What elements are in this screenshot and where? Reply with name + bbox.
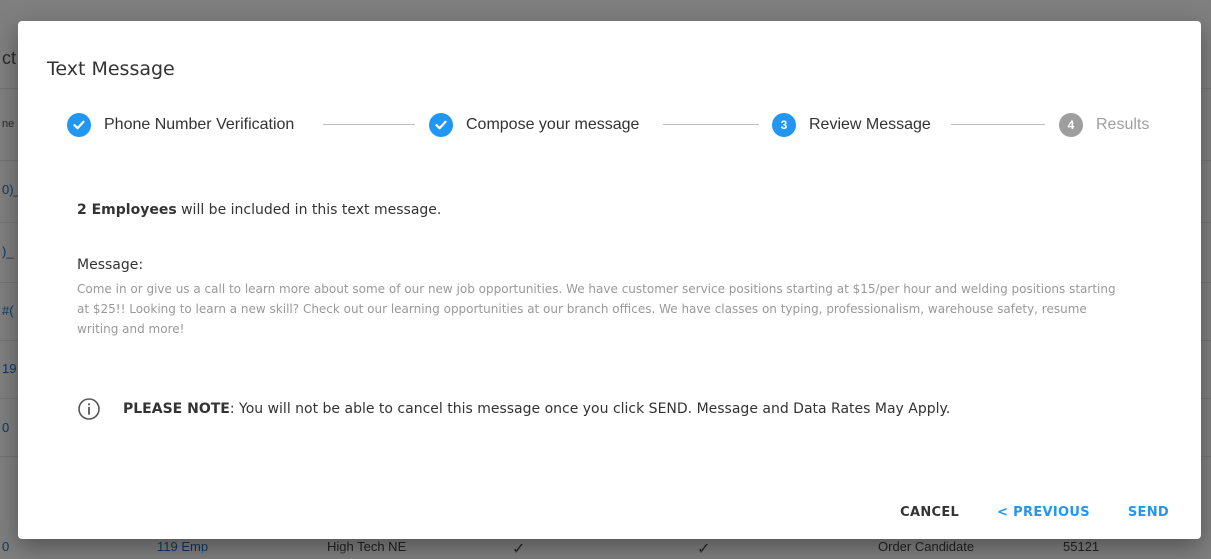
dialog-actions: CANCEL < PREVIOUS SEND — [870, 499, 1177, 526]
check-circle-icon — [67, 113, 91, 137]
note-label: PLEASE NOTE — [123, 401, 230, 417]
step-results: 4 Results — [1059, 113, 1149, 137]
step-phone-verification: Phone Number Verification — [67, 113, 294, 137]
step-connector — [951, 124, 1045, 125]
cancel-button[interactable]: CANCEL — [892, 499, 967, 526]
step-label: Review Message — [809, 116, 931, 133]
previous-button[interactable]: < PREVIOUS — [989, 499, 1098, 526]
step-number-badge: 3 — [772, 113, 796, 137]
step-number-badge: 4 — [1059, 113, 1083, 137]
note-text: : You will not be able to cancel this me… — [229, 401, 951, 417]
step-label: Compose your message — [466, 116, 640, 133]
step-review-message: 3 Review Message — [772, 113, 931, 137]
recipient-count: 2 Employees — [77, 202, 177, 218]
step-label: Phone Number Verification — [104, 116, 295, 133]
info-icon — [78, 398, 100, 420]
send-button[interactable]: SEND — [1120, 499, 1177, 526]
dialog-title: Text Message — [47, 58, 175, 80]
check-circle-icon — [429, 113, 453, 137]
recipient-summary-text: will be included in this text message. — [176, 202, 442, 218]
please-note: PLEASE NOTE: You will not be able to can… — [77, 397, 950, 421]
step-compose-message: Compose your message — [429, 113, 639, 137]
message-body: Come in or give us a call to learn more … — [77, 282, 1116, 336]
text-message-dialog: Text Message Phone Number Verification C… — [18, 21, 1201, 539]
step-connector — [663, 124, 759, 125]
recipient-summary: 2 Employees will be included in this tex… — [77, 202, 441, 218]
step-connector — [323, 124, 415, 125]
message-heading: Message: — [77, 257, 144, 273]
step-label: Results — [1096, 116, 1150, 133]
